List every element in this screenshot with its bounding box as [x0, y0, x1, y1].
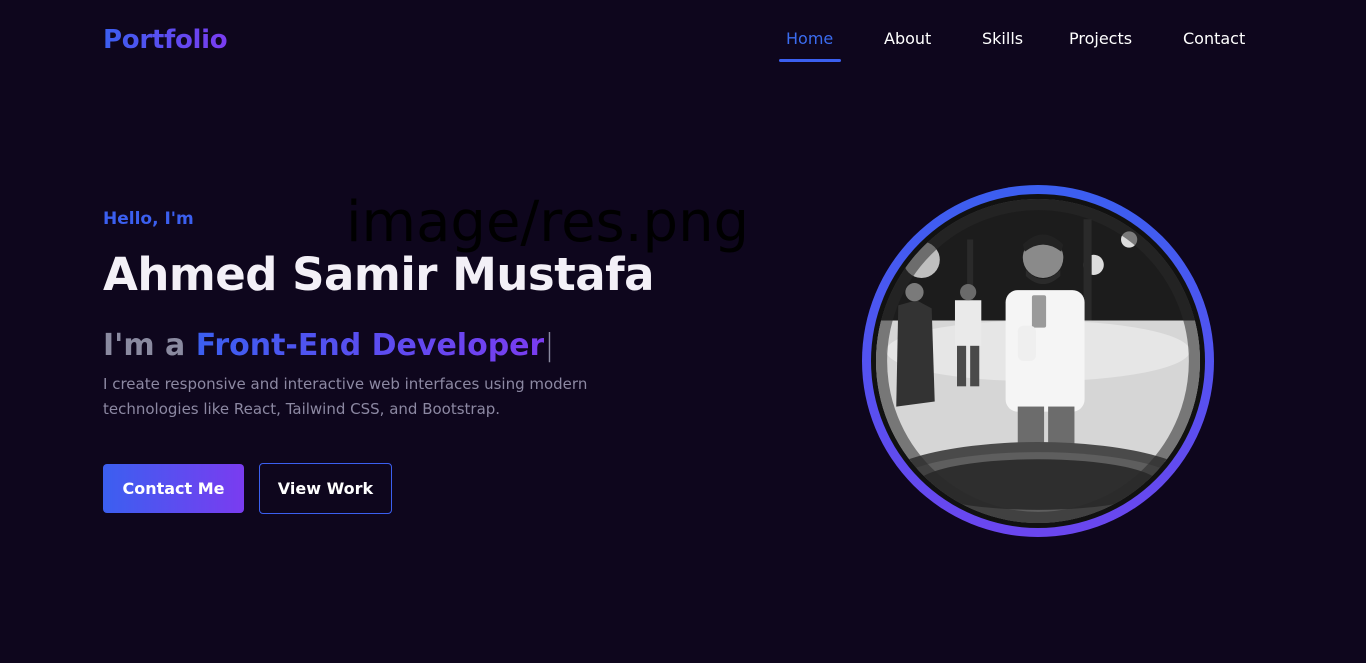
typing-cursor: |: [544, 328, 555, 363]
avatar-frame: [871, 194, 1205, 528]
greeting: Hello, I'm: [103, 209, 194, 229]
view-work-button[interactable]: View Work: [259, 463, 392, 514]
nav-item-contact[interactable]: Contact: [1183, 28, 1245, 50]
hero-role: I'm a Front-End Developer|: [103, 325, 554, 367]
hero-name: Ahmed Samir Mustafa: [103, 248, 655, 301]
active-nav-indicator: [779, 59, 841, 62]
nav-item-about[interactable]: About: [884, 28, 931, 50]
contact-me-button[interactable]: Contact Me: [103, 464, 244, 513]
nav-item-projects[interactable]: Projects: [1069, 28, 1132, 50]
role-prefix: I'm a: [103, 328, 196, 363]
main-nav: Home About Skills Projects Contact: [0, 28, 1366, 64]
nav-item-home[interactable]: Home: [786, 28, 833, 50]
portfolio-page: Portfolio Home About Skills Projects Con…: [0, 0, 1366, 663]
avatar-ring: [862, 185, 1214, 537]
role-highlight: Front-End Developer: [195, 328, 545, 363]
profile-photo-illustration: [876, 199, 1200, 523]
hero-description: I create responsive and interactive web …: [103, 375, 588, 418]
nav-item-skills[interactable]: Skills: [982, 28, 1023, 50]
profile-photo: [876, 199, 1200, 523]
